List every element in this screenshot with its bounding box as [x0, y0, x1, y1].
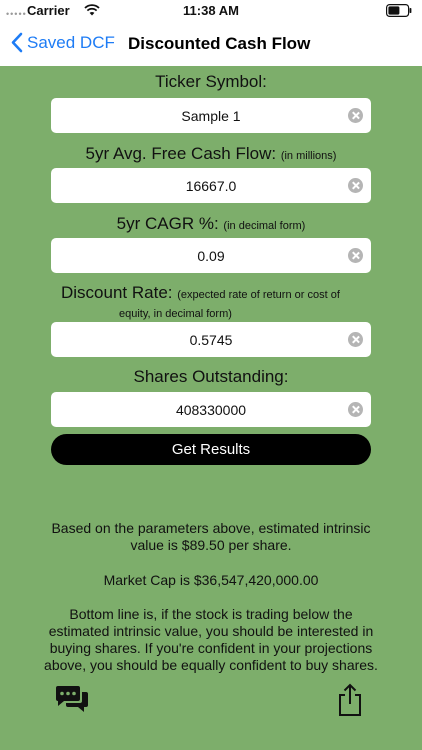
discount-hint-line1: (expected rate of return or cost of — [177, 289, 340, 301]
clear-cagr-icon[interactable] — [348, 248, 363, 263]
fcf-hint: (in millions) — [280, 150, 337, 162]
ticker-field[interactable] — [51, 98, 371, 133]
clear-discount-icon[interactable] — [348, 332, 363, 347]
discount-hint-line2: equity, in decimal form) — [119, 308, 232, 320]
clock: 11:38 AM — [183, 3, 239, 18]
cagr-hint: (in decimal form) — [223, 220, 306, 232]
chevron-left-icon — [11, 32, 23, 53]
shares-label-text: Shares Outstanding: — [133, 367, 289, 386]
clear-ticker-icon[interactable] — [348, 108, 363, 123]
discount-input[interactable] — [51, 322, 341, 357]
share-icon[interactable] — [336, 683, 364, 722]
battery-icon — [386, 4, 412, 20]
ticker-label-text: Ticker Symbol: — [155, 72, 267, 91]
cagr-label-text: 5yr CAGR %: — [116, 214, 219, 233]
bottom-line-text: Bottom line is, if the stock is trading … — [44, 606, 378, 673]
discount-label-text: Discount Rate: — [61, 283, 173, 302]
page-title: Discounted Cash Flow — [128, 34, 311, 53]
status-bar: ••••• Carrier 11:38 AM — [0, 0, 422, 22]
discount-field[interactable] — [51, 322, 371, 357]
cagr-input[interactable] — [51, 238, 341, 273]
cagr-label: 5yr CAGR %: (in decimal form) — [0, 214, 422, 234]
shares-label: Shares Outstanding: — [0, 367, 422, 387]
get-results-button[interactable]: Get Results — [51, 434, 371, 465]
market-cap-text: Market Cap is $36,547,420,000.00 — [103, 572, 319, 588]
clear-shares-icon[interactable] — [348, 402, 363, 417]
discount-label: Discount Rate: (expected rate of return … — [61, 284, 340, 322]
clear-fcf-icon[interactable] — [348, 178, 363, 193]
back-button-label: Saved DCF — [27, 32, 115, 52]
fcf-field[interactable] — [51, 168, 371, 203]
fcf-input[interactable] — [51, 168, 341, 203]
intrinsic-value-text: Based on the parameters above, estimated… — [51, 520, 371, 553]
ticker-input[interactable] — [51, 98, 341, 133]
fcf-label: 5yr Avg. Free Cash Flow: (in millions) — [0, 144, 422, 164]
chat-bubbles-icon[interactable] — [54, 684, 90, 719]
back-button[interactable]: Saved DCF — [10, 32, 115, 53]
fcf-label-text: 5yr Avg. Free Cash Flow: — [85, 144, 277, 163]
ticker-label: Ticker Symbol: — [0, 72, 422, 92]
shares-field[interactable] — [51, 392, 371, 427]
navigation-bar: Saved DCF Discounted Cash Flow — [0, 22, 422, 66]
shares-input[interactable] — [51, 392, 341, 427]
cagr-field[interactable] — [51, 238, 371, 273]
